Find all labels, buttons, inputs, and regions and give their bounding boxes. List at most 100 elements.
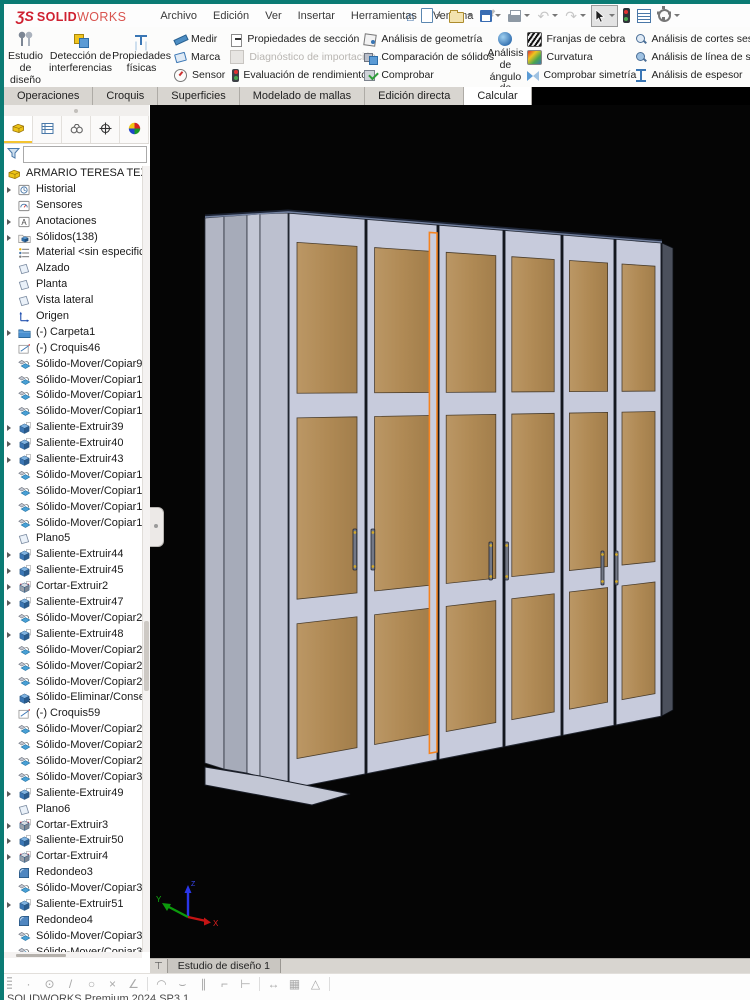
- tab-edici-n-directa[interactable]: Edición directa: [365, 87, 465, 105]
- tree-item-s-lido-mover-copiar26[interactable]: Sólido-Mover/Copiar26: [4, 722, 142, 738]
- ribbon-button-an-lisis-de-l-nea-de-separac[interactable]: Análisis de línea de separac: [634, 48, 750, 66]
- tree-item-saliente-extruir51[interactable]: Saliente-Extruir51: [4, 897, 142, 913]
- menu-insertar[interactable]: Insertar: [290, 7, 343, 25]
- horizontal-dim-icon[interactable]: ↔: [263, 977, 284, 991]
- tree-item-s-lido-mover-copiar15[interactable]: Sólido-Mover/Copiar15: [4, 500, 142, 516]
- undo-icon[interactable]: ↶: [535, 6, 560, 26]
- tree-item-anotaciones[interactable]: A Anotaciones: [4, 214, 142, 230]
- wardrobe-model[interactable]: Y X Z: [150, 105, 750, 958]
- tree-item-cortar-extruir4[interactable]: Cortar-Extruir4: [4, 849, 142, 865]
- expand-arrow-icon[interactable]: [7, 838, 11, 845]
- ribbon-button-medir[interactable]: Medir: [173, 30, 225, 48]
- ribbon-button-comprobar[interactable]: Comprobar: [363, 66, 485, 84]
- tab-croquis[interactable]: Croquis: [93, 87, 159, 105]
- expand-arrow-icon[interactable]: [7, 234, 11, 241]
- tree-item-s-lido-mover-copiar20[interactable]: Sólido-Mover/Copiar20: [4, 611, 142, 627]
- tree-item-croquis46[interactable]: (-) Croquis46: [4, 341, 142, 357]
- expand-arrow-icon[interactable]: [7, 186, 11, 193]
- tree-item-s-lido-mover-copiar31[interactable]: Sólido-Mover/Copiar31: [4, 881, 142, 897]
- graphics-viewport[interactable]: Y X Z: [150, 105, 750, 958]
- tree-item-s-lido-mover-copiar30[interactable]: Sólido-Mover/Copiar30: [4, 770, 142, 786]
- tree-item-sensores[interactable]: Sensores: [4, 198, 142, 214]
- displaymanager-tab[interactable]: [120, 116, 149, 143]
- ribbon-button-an-lisis-de-geometr-a[interactable]: Análisis de geometría: [363, 30, 485, 48]
- tree-item-saliente-extruir44[interactable]: Saliente-Extruir44: [4, 547, 142, 563]
- line-icon[interactable]: /: [60, 977, 81, 991]
- expand-arrow-icon[interactable]: [7, 425, 11, 432]
- expand-arrow-icon[interactable]: [7, 441, 11, 448]
- ribbon-button-marca[interactable]: Marca: [173, 48, 225, 66]
- tree-item-saliente-extruir47[interactable]: Saliente-Extruir47: [4, 595, 142, 611]
- tree-item-redondeo4[interactable]: Redondeo4: [4, 913, 142, 929]
- settings-gear-icon[interactable]: [656, 6, 682, 26]
- ribbon-button-propiedades-de-secci-n[interactable]: Propiedades de sección: [229, 30, 359, 48]
- new-document-icon[interactable]: [419, 6, 444, 26]
- tree-item-cortar-extruir2[interactable]: Cortar-Extruir2: [4, 579, 142, 595]
- dropdown-caret-icon[interactable]: [579, 14, 586, 17]
- expand-arrow-icon[interactable]: [7, 584, 11, 591]
- corner-icon[interactable]: ⌐: [214, 977, 235, 991]
- tree-item-s-lido-mover-copiar28[interactable]: Sólido-Mover/Copiar28: [4, 738, 142, 754]
- tree-item-s-lido-mover-copiar33[interactable]: Sólido-Mover/Copiar33: [4, 945, 142, 952]
- menu-archivo[interactable]: Archivo: [152, 7, 205, 25]
- tab-superficies[interactable]: Superficies: [158, 87, 240, 105]
- tree-item-historial[interactable]: Historial: [4, 182, 142, 198]
- tree-item-s-lido-mover-copiar9[interactable]: Sólido-Mover/Copiar9: [4, 357, 142, 373]
- tree-item-alzado[interactable]: Alzado: [4, 261, 142, 277]
- panel-collapse-tab[interactable]: [150, 507, 164, 547]
- tree-vertical-scrollbar[interactable]: [142, 166, 150, 952]
- ribbon-button-an-lisis-de-cortes-sesgados[interactable]: Análisis de cortes sesgados: [634, 30, 750, 48]
- arc-icon[interactable]: ◠: [151, 977, 172, 991]
- study-tab-list-icon[interactable]: ⊤: [150, 959, 167, 973]
- save-icon[interactable]: [478, 6, 503, 26]
- tree-item-s-lido-mover-copiar23[interactable]: Sólido-Mover/Copiar23: [4, 643, 142, 659]
- tree-item-carpeta1[interactable]: (-) Carpeta1: [4, 325, 142, 341]
- circle-center-icon[interactable]: ⊙: [39, 977, 60, 991]
- ribbon-button-franjas-de-cebra[interactable]: Franjas de cebra: [526, 30, 630, 48]
- parallel-icon[interactable]: ∥: [193, 977, 214, 991]
- tree-item-saliente-extruir40[interactable]: Saliente-Extruir40: [4, 436, 142, 452]
- ribbon-button-curvatura[interactable]: Curvatura: [526, 48, 630, 66]
- menu-ver[interactable]: Ver: [257, 7, 290, 25]
- ribbon-button-comparaci-n-de-s-lidos[interactable]: Comparación de sólidos: [363, 48, 494, 66]
- angle-dim-icon[interactable]: △: [305, 977, 326, 991]
- dropdown-caret-icon[interactable]: [552, 14, 559, 17]
- dropdown-caret-icon[interactable]: [495, 14, 502, 17]
- dimxpertmanager-tab[interactable]: [91, 116, 120, 143]
- expand-arrow-icon[interactable]: [7, 552, 11, 559]
- dropdown-caret-icon[interactable]: [608, 14, 615, 17]
- ribbon-button-sensor[interactable]: Sensor: [173, 66, 225, 84]
- home-icon[interactable]: ⌂: [404, 6, 416, 26]
- tab-calcular[interactable]: Calcular: [464, 87, 532, 105]
- tree-item-vista-lateral[interactable]: Vista lateral: [4, 293, 142, 309]
- ribbon-button-detecci-n-de-interferencias[interactable]: Detección de interferencias: [49, 27, 112, 87]
- tree-item-s-lido-mover-copiar32[interactable]: Sólido-Mover/Copiar32: [4, 929, 142, 945]
- tree-item-s-lido-mover-copiar25[interactable]: Sólido-Mover/Copiar25: [4, 675, 142, 691]
- tree-item-s-lido-mover-copiar13[interactable]: Sólido-Mover/Copiar13: [4, 468, 142, 484]
- tree-item-s-lido-mover-copiar10[interactable]: Sólido-Mover/Copiar10: [4, 373, 142, 389]
- panel-splitter-handle[interactable]: [4, 105, 149, 116]
- expand-arrow-icon[interactable]: [7, 631, 11, 638]
- options-list-icon[interactable]: [635, 6, 653, 26]
- circle-icon[interactable]: ○: [81, 977, 102, 991]
- angle-icon[interactable]: ∠: [123, 977, 144, 991]
- expand-arrow-icon[interactable]: [7, 600, 11, 607]
- scrollbar-thumb[interactable]: [16, 954, 66, 957]
- tree-item-s-lido-mover-copiar14[interactable]: Sólido-Mover/Copiar14: [4, 484, 142, 500]
- scrollbar-thumb[interactable]: [144, 621, 149, 691]
- tree-item-plano5[interactable]: Plano5: [4, 531, 142, 547]
- ribbon-button-estudio-de-dise-o[interactable]: Estudio de diseño: [8, 27, 43, 87]
- tab-operaciones[interactable]: Operaciones: [4, 87, 94, 105]
- tree-item-croquis59[interactable]: (-) Croquis59: [4, 706, 142, 722]
- configurationmanager-tab[interactable]: [62, 116, 91, 143]
- expand-arrow-icon[interactable]: [7, 329, 11, 336]
- ribbon-button-comprobar-simetr-a[interactable]: Comprobar simetría: [526, 66, 636, 84]
- traffic-light-icon[interactable]: [621, 6, 632, 26]
- dropdown-caret-icon[interactable]: [467, 14, 474, 17]
- menu-edici-n[interactable]: Edición: [205, 7, 257, 25]
- expand-arrow-icon[interactable]: [7, 790, 11, 797]
- expand-arrow-icon[interactable]: [7, 457, 11, 464]
- point-icon[interactable]: ·: [18, 977, 39, 991]
- select-cursor-icon[interactable]: [590, 4, 618, 27]
- tab-modelado-de-mallas[interactable]: Modelado de mallas: [239, 87, 366, 105]
